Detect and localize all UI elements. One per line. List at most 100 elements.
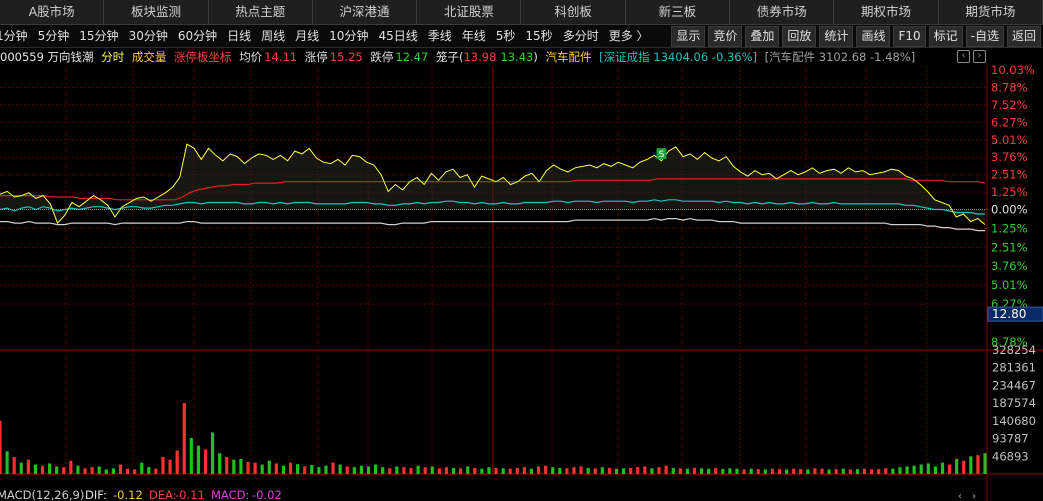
volume-bar	[947, 464, 952, 474]
volume-bar	[692, 467, 697, 474]
volume-bar	[933, 466, 937, 474]
current-price-label: 12.80	[992, 307, 1026, 321]
volume-bar	[600, 467, 604, 474]
volume-bar	[267, 460, 271, 474]
volume-bar	[62, 467, 66, 474]
volume-bar	[522, 467, 526, 474]
volume-bar	[218, 453, 222, 474]
volume-bar	[593, 468, 597, 474]
volume-bar	[536, 466, 541, 474]
volume-bar	[288, 462, 293, 474]
volume-bar	[714, 467, 718, 474]
volume-bar	[707, 468, 711, 474]
volume-bar	[118, 464, 123, 474]
volume-bar	[459, 468, 463, 474]
pct-axis-label: 5.01%	[991, 278, 1028, 292]
volume-bar	[813, 468, 817, 474]
volume-bar	[983, 453, 987, 474]
volume-bar	[437, 468, 441, 474]
volume-bar	[735, 468, 739, 474]
volume-bar	[905, 466, 909, 474]
pct-axis-label: 5.01%	[991, 133, 1028, 147]
volume-bar	[395, 466, 399, 474]
volume-bar	[182, 403, 186, 474]
volume-bar	[955, 458, 959, 474]
volume-bar	[253, 462, 257, 474]
volume-bar	[494, 467, 498, 474]
volume-bar	[189, 438, 193, 474]
volume-bar	[239, 458, 243, 474]
volume-bar	[352, 467, 356, 474]
volume-bar	[884, 468, 888, 474]
volume-bar	[111, 468, 115, 474]
volume-bar	[799, 469, 803, 474]
volume-bar	[607, 467, 612, 474]
volume-bar	[331, 462, 335, 474]
volume-bar	[281, 465, 286, 474]
macd-text: DIF:	[85, 488, 107, 501]
volume-bar	[529, 468, 534, 474]
volume-bar	[33, 464, 38, 474]
volume-bar	[515, 467, 519, 474]
volume-bar	[366, 466, 371, 474]
volume-bar	[657, 467, 661, 474]
pct-axis-label: 8.78%	[991, 80, 1028, 94]
volume-bar	[728, 468, 732, 474]
volume-bar	[685, 468, 689, 474]
macd-text: -0.12	[113, 488, 143, 501]
volume-bar	[763, 469, 767, 474]
volume-bar	[855, 469, 860, 474]
volume-bar	[246, 461, 250, 474]
volume-bar	[777, 469, 782, 474]
volume-bar	[104, 469, 108, 474]
volume-bar	[862, 468, 867, 474]
volume-bar	[834, 469, 838, 474]
volume-bar	[133, 469, 137, 474]
volume-bar	[90, 467, 94, 474]
volume-bar	[69, 460, 73, 474]
volume-bar	[409, 467, 413, 474]
volume-bar	[841, 468, 845, 474]
pct-axis-label: 2.51%	[991, 168, 1028, 182]
volume-bar	[721, 469, 725, 474]
volume-bar	[806, 469, 810, 474]
macd-text: MACD(12,26,9)	[0, 488, 84, 501]
volume-axis-label: 328254	[992, 343, 1036, 357]
volume-bar	[784, 469, 789, 474]
volume-bar	[877, 469, 881, 474]
volume-bar	[324, 465, 328, 474]
volume-bar	[912, 465, 916, 474]
macd-settings-icon: ‹	[958, 491, 962, 501]
volume-axis-label: 140680	[992, 414, 1036, 428]
pct-axis-label: 6.27%	[991, 115, 1028, 129]
volume-bar	[296, 464, 300, 474]
macd-text: DEA:	[149, 488, 177, 501]
volume-bar	[175, 450, 179, 474]
volume-bar	[373, 464, 378, 474]
pct-axis-label: 3.76%	[991, 150, 1028, 164]
volume-bar	[565, 468, 569, 474]
volume-bar	[232, 459, 236, 474]
volume-bar	[742, 469, 746, 474]
volume-bar	[544, 465, 548, 474]
volume-bar	[919, 464, 923, 474]
macd-text: -0.02	[252, 488, 282, 501]
volume-bar	[55, 466, 59, 474]
pct-axis-label: 2.51%	[991, 240, 1028, 254]
volume-bar	[501, 468, 505, 474]
volume-bar	[558, 467, 562, 474]
volume-bar	[168, 459, 172, 474]
volume-bar	[12, 457, 16, 474]
volume-bar	[643, 466, 647, 474]
volume-bar	[820, 468, 824, 474]
volume-bar	[402, 467, 406, 474]
volume-bar	[97, 466, 101, 474]
volume-bar	[203, 449, 208, 474]
volume-axis-label: 234467	[992, 378, 1036, 392]
volume-bar	[671, 467, 675, 474]
chart-area: S 10.03% 8.78% 7.52% 6.27% 5.01% 3.76% 2.51% 1.2…	[0, 63, 1043, 501]
volume-bar	[310, 464, 314, 474]
volume-bar	[572, 467, 576, 474]
volume-bar	[870, 469, 874, 474]
volume-bar	[926, 463, 930, 474]
